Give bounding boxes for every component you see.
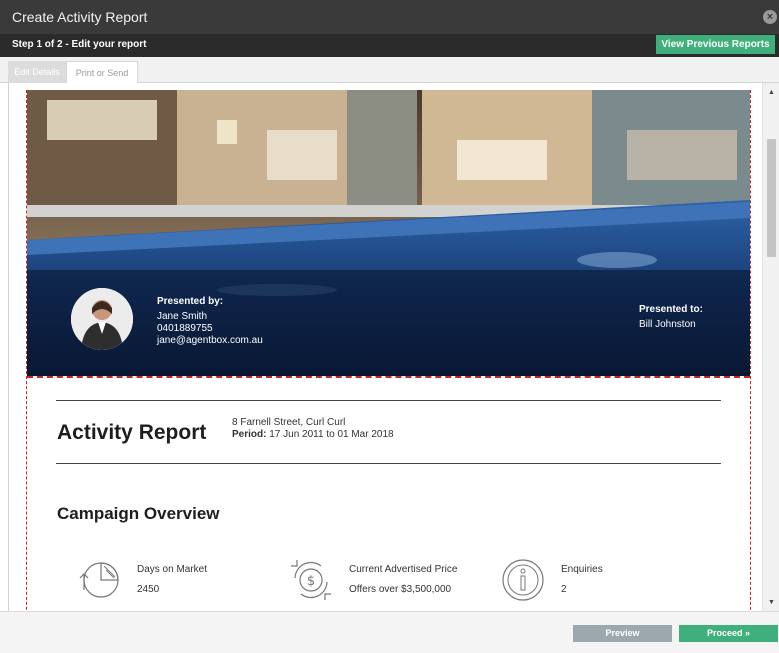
agent-photo [71, 288, 133, 350]
tab-edit-details[interactable]: Edit Details [8, 61, 66, 83]
property-address: 8 Farnell Street, Curl Curl [232, 417, 346, 428]
vertical-scrollbar[interactable]: ▲ ▼ [762, 83, 779, 611]
stat-label: Days on Market [137, 564, 208, 575]
presented-by-heading: Presented by: [157, 296, 224, 307]
preview-button[interactable]: Preview [573, 625, 672, 642]
stat-label: Current Advertised Price [349, 564, 458, 575]
info-icon [502, 559, 544, 601]
divider-bottom [56, 463, 721, 464]
step-bar: Step 1 of 2 - Edit your report View Prev… [0, 34, 779, 57]
tab-print-or-send[interactable]: Print or Send [66, 61, 138, 83]
close-icon[interactable]: × [763, 10, 777, 24]
presented-by-block: Presented by: Jane Smith 0401889755 jane… [157, 296, 263, 347]
dialog-titlebar: Create Activity Report × [0, 0, 779, 34]
step-indicator: Step 1 of 2 - Edit your report [12, 39, 147, 50]
period-value: 17 Jun 2011 to 01 Mar 2018 [269, 429, 394, 440]
agent-email: jane@agentbox.com.au [157, 335, 263, 346]
client-name: Bill Johnston [639, 319, 696, 330]
stat-value: Offers over $3,500,000 [349, 584, 452, 595]
stat-label: Enquiries [561, 564, 603, 575]
campaign-overview-heading: Campaign Overview [57, 504, 220, 523]
report-document: Presented by: Jane Smith 0401889755 jane… [26, 90, 751, 611]
report-preview-frame[interactable]: Presented by: Jane Smith 0401889755 jane… [8, 83, 779, 611]
report-address-block: 8 Farnell Street, Curl Curl Period: 17 J… [232, 417, 394, 441]
scroll-down-icon[interactable]: ▼ [768, 599, 775, 606]
agent-name: Jane Smith [157, 311, 208, 322]
scrollbar-thumb[interactable] [767, 139, 776, 257]
period-label: Period: [232, 429, 267, 440]
stat-value: 2450 [137, 584, 160, 595]
stat-value: 2 [561, 584, 567, 595]
scroll-up-icon[interactable]: ▲ [768, 89, 775, 96]
divider-top [56, 400, 721, 401]
agent-avatar [71, 288, 133, 350]
view-previous-reports-button[interactable]: View Previous Reports [656, 35, 775, 54]
dialog-footer: Preview Proceed » [0, 611, 779, 653]
tab-strip: Edit Details Print or Send [0, 57, 779, 83]
dialog-title: Create Activity Report [12, 9, 148, 25]
presented-to-heading: Presented to: [639, 304, 703, 315]
presented-to-block: Presented to: Bill Johnston [639, 304, 703, 331]
dollar-cycle-icon: $ [291, 560, 331, 600]
pie-chart-icon [79, 562, 119, 598]
svg-text:$: $ [307, 574, 315, 589]
report-title: Activity Report [57, 421, 207, 444]
proceed-button[interactable]: Proceed » [679, 625, 778, 642]
hero-section[interactable]: Presented by: Jane Smith 0401889755 jane… [27, 90, 750, 378]
agent-phone: 0401889755 [157, 323, 213, 334]
